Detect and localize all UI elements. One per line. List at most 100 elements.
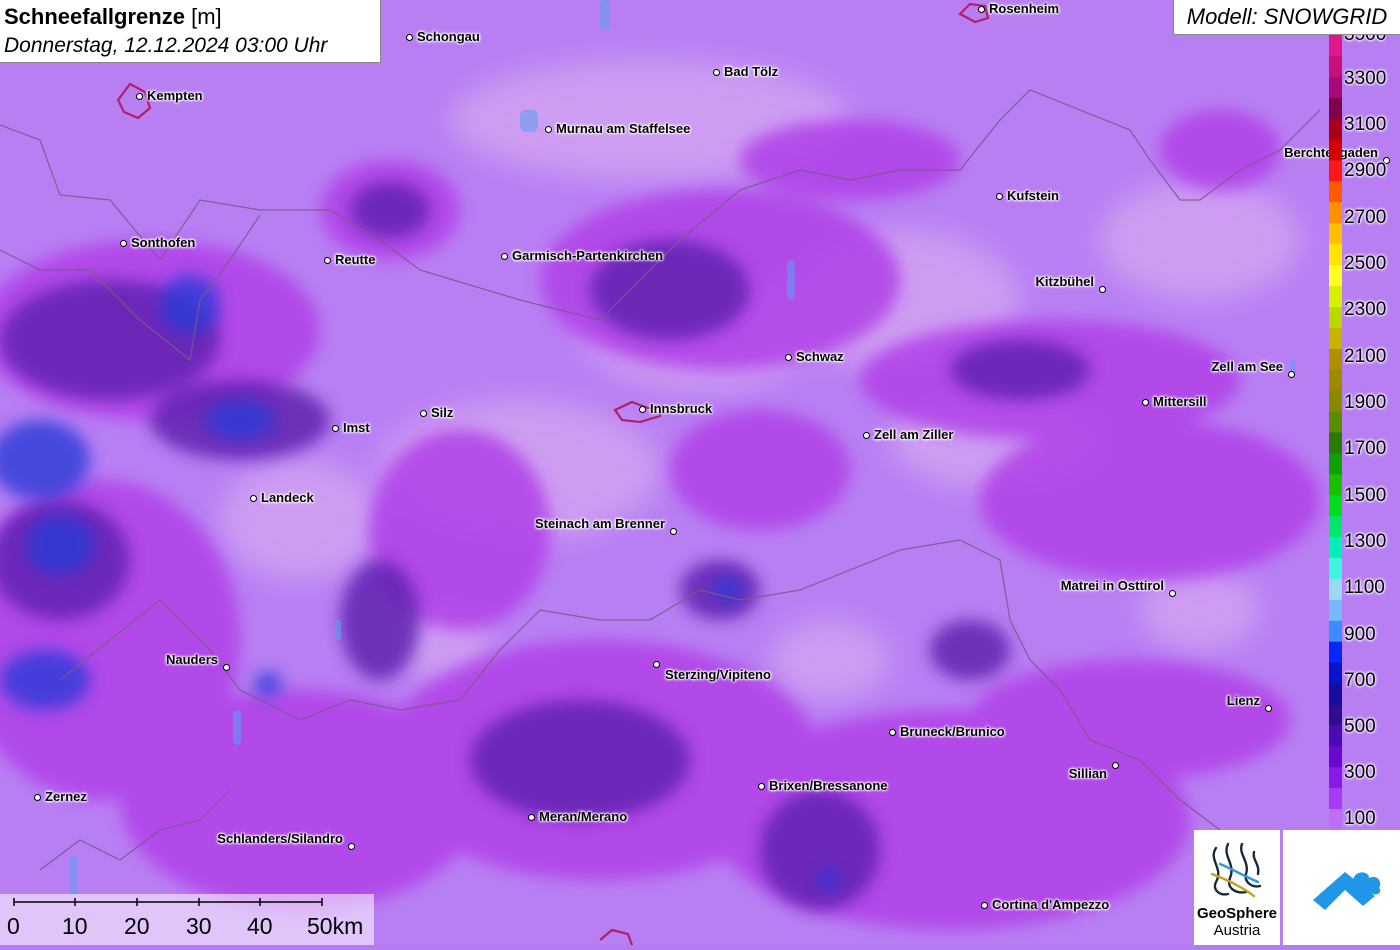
city-marker[interactable]	[419, 409, 427, 417]
city-marker[interactable]	[1264, 704, 1272, 712]
legend-color-swatch	[1329, 286, 1342, 308]
legend-color-swatch	[1329, 516, 1342, 538]
city-marker[interactable]	[1168, 589, 1176, 597]
legend-color-swatch	[1329, 411, 1342, 434]
geosphere-logo-icon	[1210, 842, 1262, 898]
city-marker[interactable]	[347, 842, 355, 850]
city-label: Zell am See	[1211, 359, 1283, 374]
legend-color-swatch	[1329, 223, 1342, 245]
city-label: Bruneck/Brunico	[900, 724, 1005, 739]
legend-color-swatch	[1329, 809, 1342, 830]
legend-color-swatch	[1329, 767, 1342, 789]
city-marker[interactable]	[249, 494, 257, 502]
city-marker[interactable]	[119, 239, 127, 247]
legend-color-swatch	[1329, 244, 1342, 266]
city-label: Garmisch-Partenkirchen	[512, 248, 664, 263]
legend-label: 1300	[1344, 531, 1387, 552]
logo-sub: Austria	[1213, 922, 1261, 939]
city-label: Matrei in Osttirol	[1060, 578, 1164, 593]
legend-label: 1700	[1344, 438, 1387, 459]
city-marker[interactable]	[323, 256, 331, 264]
legend-label: 2300	[1344, 299, 1387, 320]
legend-color-swatch	[1329, 641, 1342, 664]
legend-label: 3100	[1344, 114, 1387, 135]
cloud-arrow-icon	[1313, 872, 1381, 910]
city-marker[interactable]	[980, 901, 988, 909]
color-legend: 3500 3300 3100 2900 2700 2500 2300 2100 1900 1700…	[1329, 35, 1400, 830]
city-marker[interactable]	[888, 728, 896, 736]
legend-label: 3500	[1344, 35, 1386, 49]
legend-color-swatch	[1329, 788, 1342, 810]
legend-color-swatch	[1329, 160, 1342, 183]
legend-color-swatch	[1329, 662, 1342, 685]
city-label: Silz	[431, 405, 454, 420]
legend-label: 500	[1344, 716, 1376, 737]
city-marker[interactable]	[995, 192, 1003, 200]
city-label: Zernez	[45, 789, 87, 804]
legend-color-swatch	[1329, 97, 1342, 120]
city-marker[interactable]	[33, 793, 41, 801]
city-marker[interactable]	[652, 660, 660, 668]
city-label: Sterzing/Vipiteno	[665, 667, 771, 682]
city-label: Reutte	[335, 252, 376, 267]
legend-label: 2700	[1344, 207, 1387, 228]
city-marker[interactable]	[331, 424, 339, 432]
city-marker[interactable]	[527, 813, 535, 821]
city-marker[interactable]	[1111, 761, 1119, 769]
city-marker[interactable]	[500, 252, 508, 260]
legend-label: 2900	[1344, 160, 1387, 181]
legend-color-swatch	[1329, 704, 1342, 726]
legend-label: 1500	[1344, 485, 1387, 506]
snowfall-map[interactable]	[0, 0, 1400, 945]
legend-color-swatch	[1329, 474, 1342, 496]
city-marker[interactable]	[1098, 285, 1106, 293]
title-box: Schneefallgrenze [m] Donnerstag, 12.12.2…	[0, 0, 381, 63]
scale-label: 50km	[307, 913, 364, 939]
legend-color-swatch	[1329, 76, 1342, 99]
scale-label: 10	[62, 913, 88, 939]
legend-color-swatch	[1329, 537, 1342, 559]
scale-label: 0	[7, 913, 20, 939]
logo-name: GeoSphere	[1196, 905, 1278, 922]
city-marker[interactable]	[712, 68, 720, 76]
city-label: Innsbruck	[650, 401, 713, 416]
legend-color-swatch	[1329, 327, 1342, 350]
legend-label: 700	[1344, 670, 1376, 691]
city-marker[interactable]	[977, 5, 985, 13]
city-marker[interactable]	[862, 431, 870, 439]
city-marker[interactable]	[222, 663, 230, 671]
geosphere-logo[interactable]: GeoSphere Austria	[1194, 830, 1280, 945]
scale-bar: 0 10 20 30 40 50km	[0, 894, 374, 945]
legend-color-swatch	[1329, 746, 1342, 768]
legend-label: 1100	[1344, 577, 1385, 598]
legend-label: 100	[1344, 808, 1376, 829]
legend-label: 3300	[1344, 68, 1387, 89]
city-marker[interactable]	[1287, 370, 1295, 378]
city-marker[interactable]	[757, 782, 765, 790]
legend-label: 300	[1344, 762, 1376, 783]
cloud-logo[interactable]	[1283, 830, 1400, 945]
legend-color-swatch	[1329, 390, 1342, 413]
city-label: Kufstein	[1007, 188, 1059, 203]
city-marker[interactable]	[638, 405, 646, 413]
legend-color-swatch	[1329, 599, 1342, 622]
city-marker[interactable]	[669, 527, 677, 535]
city-marker[interactable]	[544, 125, 552, 133]
legend-color-swatch	[1329, 369, 1342, 392]
model-label: Modell: SNOWGRID	[1173, 0, 1400, 35]
legend-label: 2100	[1344, 346, 1387, 367]
city-marker[interactable]	[135, 92, 143, 100]
legend-color-swatch	[1329, 35, 1342, 57]
legend-color-swatch	[1329, 453, 1342, 475]
city-label: Imst	[343, 420, 370, 435]
legend-color-bar	[1329, 35, 1342, 830]
city-label: Schwaz	[796, 349, 844, 364]
legend-color-swatch	[1329, 348, 1342, 371]
city-marker[interactable]	[784, 353, 792, 361]
city-label: Schlanders/Silandro	[217, 831, 343, 846]
legend-color-swatch	[1329, 118, 1342, 141]
city-label: Nauders	[165, 652, 218, 667]
city-marker[interactable]	[1141, 398, 1149, 406]
city-label: Zell am Ziller	[874, 427, 954, 442]
city-marker[interactable]	[405, 33, 413, 41]
